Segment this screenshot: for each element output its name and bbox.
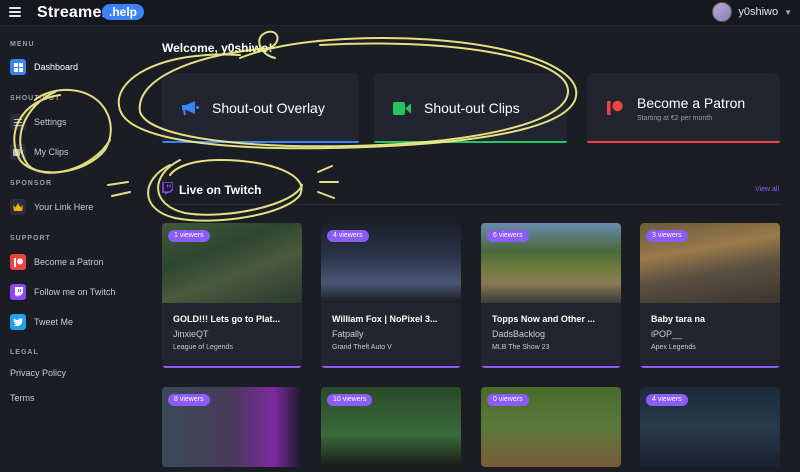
- stream-thumbnail: 0 viewers: [481, 387, 621, 467]
- sidebar-item-your-link[interactable]: Your Link Here: [10, 197, 93, 217]
- game-name: Grand Theft Auto V: [332, 344, 392, 351]
- twitch-icon: [10, 284, 26, 300]
- megaphone-icon: [180, 98, 200, 118]
- stream-card[interactable]: 4 viewers: [640, 387, 780, 467]
- hamburger-menu-icon[interactable]: [9, 7, 21, 17]
- sidebar-item-tweet-me[interactable]: Tweet Me: [10, 312, 73, 332]
- section-title: Live on Twitch: [179, 183, 262, 197]
- stream-thumbnail: 3 viewers: [640, 223, 780, 303]
- avatar: [712, 2, 733, 22]
- live-on-twitch-heading: Live on Twitch: [162, 181, 261, 199]
- viewer-count-badge: 4 viewers: [646, 394, 688, 406]
- streamer-name: JinxieQT: [173, 329, 209, 339]
- view-all-link[interactable]: View all: [755, 186, 779, 193]
- patreon-icon: [10, 254, 26, 270]
- stream-card[interactable]: 8 viewers: [162, 387, 302, 467]
- shoutout-clips-card[interactable]: Shout-out Clips: [374, 73, 567, 143]
- sidebar-item-label: Follow me on Twitch: [34, 287, 116, 297]
- video-camera-icon: [10, 144, 26, 160]
- stream-thumbnail: 4 viewers: [640, 387, 780, 467]
- stream-title: GOLD!!! Lets go to Plat...: [173, 314, 280, 324]
- patreon-icon: [605, 98, 625, 118]
- card-accent-line: [587, 141, 780, 143]
- card-title: Shout-out Overlay: [212, 100, 325, 116]
- streamer-name: Fatpally: [332, 329, 364, 339]
- username: y0shiwo: [738, 6, 779, 18]
- stream-card[interactable]: 10 viewers: [321, 387, 461, 467]
- viewer-count-badge: 8 viewers: [168, 394, 210, 406]
- stream-card[interactable]: 0 viewers: [481, 387, 621, 467]
- viewer-count-badge: 3 viewers: [646, 230, 688, 242]
- stream-thumbnail: 6 viewers: [481, 223, 621, 303]
- sidebar-item-label: Tweet Me: [34, 317, 74, 327]
- stream-thumbnail: 8 viewers: [162, 387, 302, 467]
- card-title: Shout-out Clips: [424, 100, 520, 116]
- viewer-count-badge: 4 viewers: [327, 230, 369, 242]
- sidebar-item-label: Become a Patron: [34, 257, 104, 267]
- sidebar-item-dashboard[interactable]: Dashboard: [10, 57, 78, 77]
- privacy-policy-link[interactable]: Privacy Policy: [10, 368, 66, 378]
- shoutout-overlay-card[interactable]: Shout-out Overlay: [162, 73, 359, 143]
- sidebar-item-follow-twitch[interactable]: Follow me on Twitch: [10, 282, 115, 302]
- card-accent-line: [374, 141, 567, 143]
- sidebar-item-settings[interactable]: Settings: [10, 112, 67, 132]
- divider: [162, 204, 780, 205]
- video-camera-icon: [392, 98, 412, 118]
- viewer-count-badge: 1 viewers: [168, 230, 210, 242]
- sidebar: MENU Dashboard SHOUT-OUT Settings My Cli…: [0, 26, 126, 472]
- streamer-name: iPOP__: [651, 329, 683, 339]
- twitter-icon: [10, 314, 26, 330]
- user-menu[interactable]: y0shiwo ▼: [712, 2, 792, 22]
- sidebar-item-label: Dashboard: [34, 62, 79, 72]
- sidebar-item-label: Your Link Here: [34, 202, 94, 212]
- welcome-heading: Welcome, y0shiwo!: [162, 41, 273, 55]
- app-logo-badge[interactable]: .help: [102, 4, 145, 20]
- stream-card[interactable]: 4 viewers William Fox | NoPixel 3... Fat…: [321, 223, 461, 368]
- sidebar-heading-support: SUPPORT: [10, 235, 51, 242]
- stream-card[interactable]: 6 viewers Topps Now and Other ... DadsBa…: [481, 223, 621, 368]
- card-accent-line: [162, 141, 359, 143]
- game-name: Apex Legends: [651, 344, 696, 351]
- viewer-count-badge: 0 viewers: [487, 394, 529, 406]
- top-bar: Streamer .help y0shiwo ▼: [0, 0, 800, 26]
- app-logo[interactable]: Streamer: [37, 4, 108, 22]
- sidebar-item-my-clips[interactable]: My Clips: [10, 142, 69, 162]
- crown-icon: [10, 199, 26, 215]
- chevron-down-icon: ▼: [784, 7, 792, 17]
- viewer-count-badge: 10 viewers: [327, 394, 373, 406]
- terms-link[interactable]: Terms: [10, 393, 35, 403]
- stream-title: Topps Now and Other ...: [492, 314, 595, 324]
- sidebar-heading-legal: LEGAL: [10, 349, 39, 356]
- viewer-count-badge: 6 viewers: [487, 230, 529, 242]
- become-patron-card[interactable]: Become a Patron Starting at €2 per month: [587, 73, 780, 143]
- streamer-name: DadsBacklog: [492, 329, 546, 339]
- card-title: Become a Patron: [637, 94, 746, 111]
- game-name: MLB The Show 23: [492, 344, 550, 351]
- sidebar-heading-shoutout: SHOUT-OUT: [10, 95, 61, 102]
- stream-thumbnail: 1 viewers: [162, 223, 302, 303]
- twitch-icon: [162, 181, 174, 199]
- dashboard-icon: [10, 59, 26, 75]
- sidebar-item-label: My Clips: [34, 147, 69, 157]
- card-subtitle: Starting at €2 per month: [637, 114, 713, 122]
- sidebar-item-label: Settings: [34, 117, 67, 127]
- stream-thumbnail: 4 viewers: [321, 223, 461, 303]
- settings-icon: [10, 114, 26, 130]
- sidebar-heading-sponsor: SPONSOR: [10, 180, 53, 187]
- stream-card[interactable]: 1 viewers GOLD!!! Lets go to Plat... Jin…: [162, 223, 302, 368]
- game-name: League of Legends: [173, 344, 233, 351]
- stream-thumbnail: 10 viewers: [321, 387, 461, 467]
- stream-card[interactable]: 3 viewers Baby tara na iPOP__ Apex Legen…: [640, 223, 780, 368]
- stream-title: Baby tara na: [651, 314, 706, 324]
- stream-title: William Fox | NoPixel 3...: [332, 314, 438, 324]
- sidebar-item-become-patron[interactable]: Become a Patron: [10, 252, 104, 272]
- sidebar-heading-menu: MENU: [10, 41, 35, 48]
